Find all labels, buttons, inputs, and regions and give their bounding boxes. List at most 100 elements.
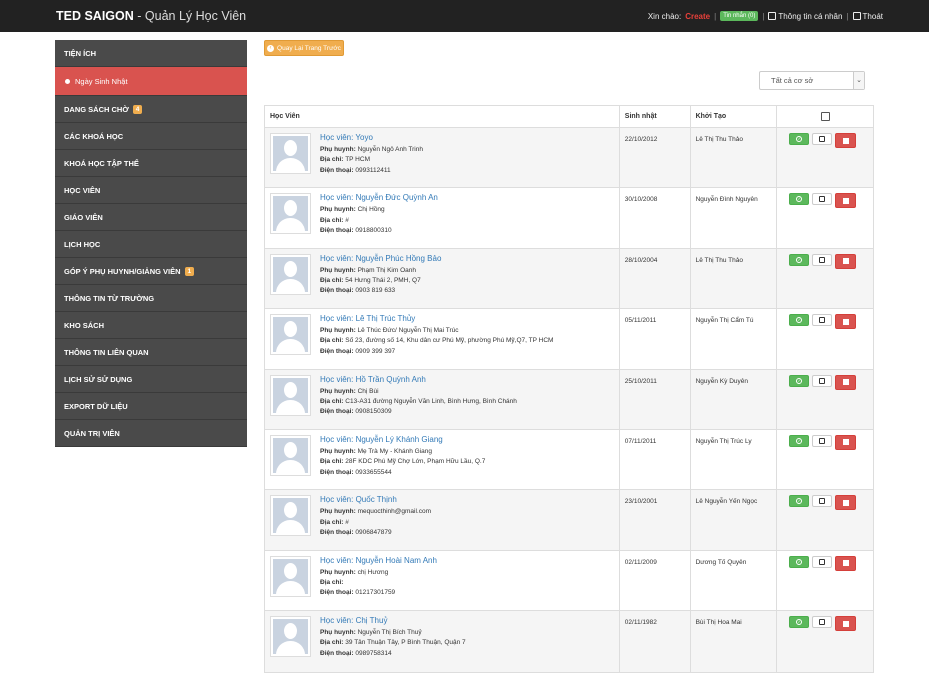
phone-line: Điện thoại: 0906847879 (320, 529, 431, 536)
birthday-cell: 02/11/1982 (620, 611, 691, 672)
approve-button[interactable]: ✓ (789, 495, 810, 508)
student-name-link[interactable]: Học viên: Nguyễn Hoài Nam Anh (320, 556, 437, 565)
student-name-link[interactable]: Học viên: Yoyo (320, 133, 423, 142)
student-cell: Học viên: Nguyễn Đức Quỳnh An Phụ huynh: … (265, 188, 620, 248)
table-row: Học viên: Chị Thuỷ Phụ huynh: Nguyễn Thị … (265, 611, 873, 672)
sidebar-item-label: Học Viên (64, 185, 101, 195)
sidebar-item-1[interactable]: Ngày Sinh Nhật (55, 67, 247, 96)
sidebar: Tiện Ích Ngày Sinh Nhật Dang sách chờ 4 Các … (55, 40, 247, 447)
messages-badge[interactable]: Tin nhắn (0) (720, 11, 759, 21)
approve-button[interactable]: ✓ (789, 434, 810, 447)
delete-button[interactable] (835, 616, 857, 632)
check-circle-icon: ✓ (796, 136, 803, 142)
student-cell: Học viên: Hồ Trần Quỳnh Anh Phụ huynh: Ch… (265, 369, 620, 429)
student-name-link[interactable]: Học viên: Nguyễn Phúc Hồng Bảo (320, 254, 441, 263)
edit-button[interactable] (812, 555, 833, 568)
student-info: Học viên: Nguyễn Phúc Hồng Bảo Phụ huynh:… (320, 254, 441, 303)
parent-line: Phụ huynh: Lê Thúc Đức/ Nguyễn Thị Mai T… (320, 327, 553, 334)
sidebar-item-8[interactable]: Góp ý Phụ Huynh/Giảng viên 1 (55, 258, 247, 285)
approve-button[interactable]: ✓ (789, 193, 810, 206)
actions-cell: ✓ (777, 551, 873, 610)
phone-line: Điện thoại: 01217301759 (320, 589, 437, 596)
parent-label: Phụ huynh: (320, 146, 356, 153)
delete-button[interactable] (835, 555, 857, 571)
sidebar-item-13[interactable]: Export Dữ Liệu (55, 393, 247, 420)
divider: | (846, 11, 849, 21)
sidebar-item-2[interactable]: Dang sách chờ 4 (55, 96, 247, 123)
sidebar-item-5[interactable]: Học Viên (55, 177, 247, 204)
edit-button[interactable] (812, 374, 833, 387)
student-name-link[interactable]: Học viên: Nguyễn Đức Quỳnh An (320, 193, 438, 202)
student-name-link[interactable]: Học viên: Quốc Thịnh (320, 495, 431, 504)
address-label: Địa chỉ: (320, 458, 344, 466)
parent-value: mequocthinh@gmail.com (357, 508, 431, 516)
sidebar-item-9[interactable]: Thông Tin Từ Trường (55, 285, 247, 312)
delete-button[interactable] (835, 314, 857, 330)
avatar (270, 495, 311, 537)
address-value: 39 Tân Thuận Tây, P Bình Thuận, Quận 7 (345, 639, 466, 647)
sidebar-item-0[interactable]: Tiện Ích (55, 40, 247, 67)
delete-button[interactable] (835, 495, 857, 511)
student-name-link[interactable]: Học viên: Nguyễn Lý Khánh Giang (320, 435, 485, 444)
sidebar-item-7[interactable]: Lịch Học (55, 231, 247, 258)
creator-cell: Lê Thị Thu Thảo (691, 248, 778, 309)
phone-value: 0933655544 (355, 468, 392, 476)
edit-icon (819, 196, 826, 203)
phone-label: Điện thoại: (320, 347, 354, 355)
sidebar-item-4[interactable]: Khoá Học Tập Thể (55, 150, 247, 177)
approve-button[interactable]: ✓ (789, 253, 810, 266)
sidebar-item-14[interactable]: Quản Trị Viên (55, 420, 247, 447)
student-name-link[interactable]: Học viên: Lê Thị Trúc Thủy (320, 314, 553, 323)
table-row: Học viên: Nguyễn Lý Khánh Giang Phụ huynh… (265, 429, 873, 491)
delete-button[interactable] (835, 434, 857, 450)
sidebar-item-11[interactable]: Thông Tin Liên Quan (55, 339, 247, 366)
back-button[interactable]: ‹ Quay Lại Trang Trước (264, 40, 344, 56)
birthday-cell: 22/10/2012 (620, 128, 691, 188)
stop-icon (842, 439, 849, 446)
sidebar-item-label: Export Dữ Liệu (64, 401, 128, 411)
user-placeholder-icon (273, 317, 308, 353)
approve-button[interactable]: ✓ (789, 314, 810, 327)
edit-button[interactable] (812, 253, 833, 266)
branch-select[interactable]: Tất cả cơ sở ⌄ (759, 71, 865, 90)
edit-button[interactable] (812, 495, 833, 508)
profile-link[interactable]: Thông tin cá nhân (768, 11, 843, 21)
edit-button[interactable] (812, 616, 833, 629)
sidebar-item-3[interactable]: Các Khoá Học (55, 123, 247, 150)
student-cell: Học viên: Nguyễn Hoài Nam Anh Phụ huynh: … (265, 550, 620, 611)
logout-link[interactable]: Thoát (852, 11, 883, 21)
sidebar-item-label: Tiện Ích (64, 48, 97, 58)
student-name-link[interactable]: Học viên: Hồ Trần Quỳnh Anh (320, 375, 517, 384)
approve-button[interactable]: ✓ (789, 616, 810, 629)
phone-label: Điện thoại: (320, 589, 354, 597)
approve-button[interactable]: ✓ (789, 374, 810, 387)
check-circle-icon: ✓ (796, 558, 803, 565)
edit-button[interactable] (812, 314, 833, 327)
address-line: Địa chỉ: Số 23, đường số 14, Khu dân cư … (320, 337, 553, 344)
edit-button[interactable] (812, 133, 833, 145)
count-badge: 1 (184, 266, 195, 276)
app-title[interactable]: TED SAIGON - Quản Lý Học Viên (56, 9, 246, 23)
sidebar-item-6[interactable]: Giáo Viên (55, 204, 247, 231)
select-all-checkbox[interactable] (820, 112, 830, 121)
approve-button[interactable]: ✓ (789, 555, 810, 568)
delete-button[interactable] (835, 253, 857, 269)
delete-button[interactable] (835, 374, 857, 390)
student-name-link[interactable]: Học viên: Chị Thuỷ (320, 616, 466, 625)
username-link[interactable]: Create (685, 12, 710, 21)
edit-button[interactable] (812, 434, 833, 447)
stop-icon (842, 318, 849, 325)
phone-value: 0989758314 (355, 649, 392, 657)
delete-button[interactable] (835, 133, 857, 148)
parent-value: chị Hương (357, 568, 389, 576)
address-value: # (345, 216, 349, 224)
sidebar-item-10[interactable]: Kho Sách (55, 312, 247, 339)
delete-button[interactable] (835, 193, 857, 209)
profile-label: Thông tin cá nhân (778, 11, 843, 21)
sidebar-item-12[interactable]: Lịch Sử Sử Dụng (55, 366, 247, 393)
phone-line: Điện thoại: 0918800310 (320, 227, 438, 234)
edit-button[interactable] (812, 193, 833, 206)
approve-button[interactable]: ✓ (789, 133, 810, 145)
parent-value: Phạm Thị Kim Oanh (357, 266, 416, 274)
edit-icon (819, 136, 826, 142)
